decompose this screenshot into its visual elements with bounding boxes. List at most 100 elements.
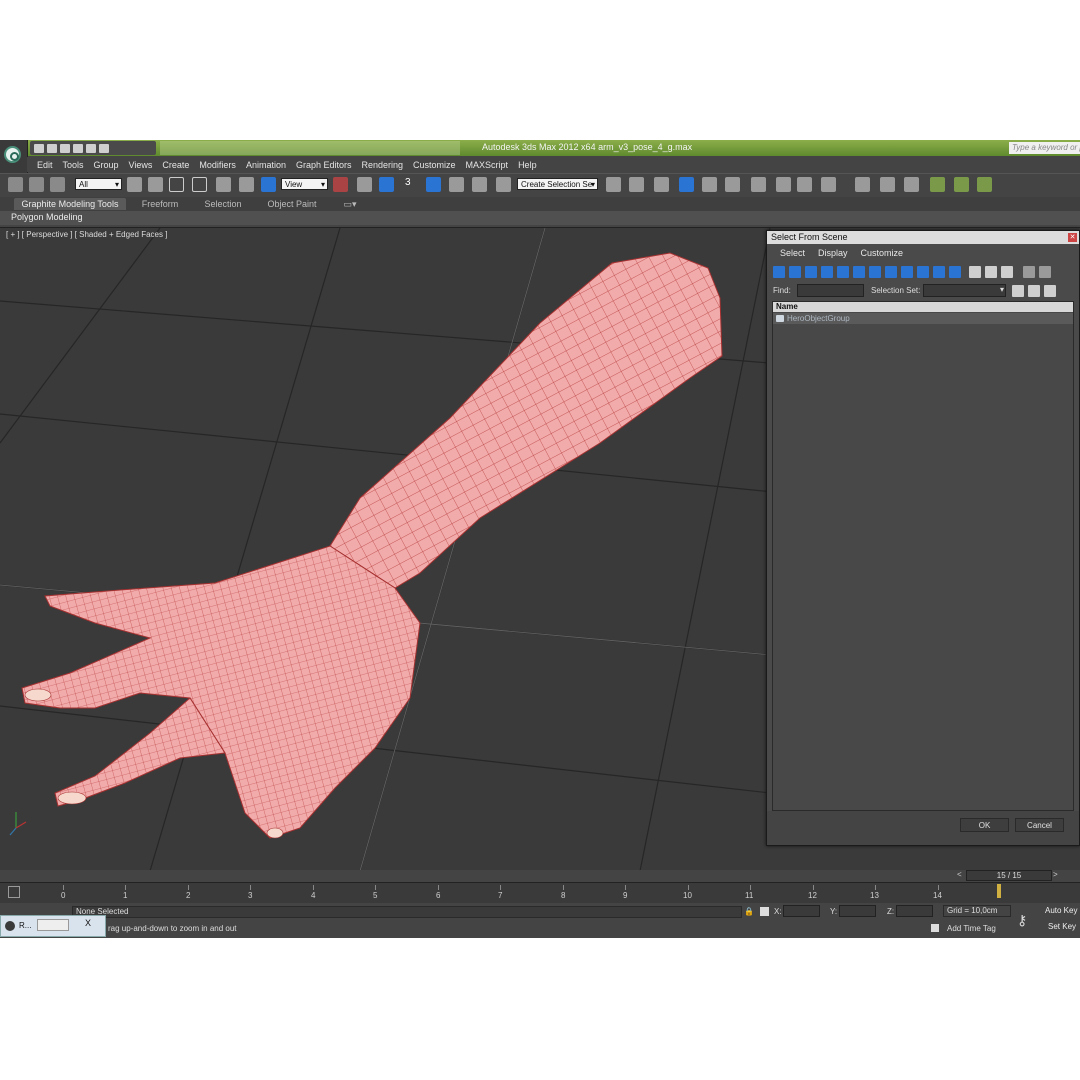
display-groups-icon[interactable] bbox=[869, 266, 881, 278]
select-children-icon[interactable] bbox=[1028, 285, 1040, 297]
y-coordinate-field[interactable] bbox=[839, 905, 876, 917]
render-setup-icon[interactable] bbox=[776, 177, 791, 192]
menu-animation[interactable]: Animation bbox=[246, 160, 286, 170]
next-frame-button[interactable]: > bbox=[1053, 870, 1058, 879]
menu-group[interactable]: Group bbox=[94, 160, 119, 170]
tab-selection[interactable]: Selection bbox=[197, 198, 249, 210]
display-lights-icon[interactable] bbox=[805, 266, 817, 278]
reference-coordinate-dropdown[interactable]: View bbox=[281, 178, 328, 190]
named-selection-dropdown[interactable]: Create Selection Se bbox=[517, 178, 598, 190]
close-icon[interactable]: ✕ bbox=[1068, 233, 1077, 242]
project-folder-icon[interactable] bbox=[99, 143, 109, 153]
schematic-view-icon[interactable] bbox=[725, 177, 740, 192]
selection-filter-dropdown[interactable]: All bbox=[75, 178, 122, 190]
menu-graph-editors[interactable]: Graph Editors bbox=[296, 160, 352, 170]
tab-graphite-modeling-tools[interactable]: Graphite Modeling Tools bbox=[14, 198, 126, 210]
display-none-icon[interactable] bbox=[985, 266, 997, 278]
mini-curve-editor-icon[interactable] bbox=[8, 886, 20, 898]
select-and-manipulate-icon[interactable] bbox=[357, 177, 372, 192]
display-all-icon[interactable] bbox=[969, 266, 981, 278]
snaps-toggle-icon[interactable]: 3 bbox=[405, 177, 420, 192]
select-dependents-icon[interactable] bbox=[1012, 285, 1024, 297]
display-containers-icon[interactable] bbox=[917, 266, 929, 278]
extra-tool-2-icon[interactable] bbox=[880, 177, 895, 192]
display-bones-icon[interactable] bbox=[901, 266, 913, 278]
find-input[interactable] bbox=[797, 284, 864, 297]
display-xrefs-icon[interactable] bbox=[885, 266, 897, 278]
extra-tool-1-icon[interactable] bbox=[855, 177, 870, 192]
render-production-icon[interactable] bbox=[821, 177, 836, 192]
link-icon[interactable] bbox=[8, 177, 23, 192]
keyboard-shortcut-override-icon[interactable] bbox=[379, 177, 394, 192]
select-object-icon[interactable] bbox=[127, 177, 142, 192]
display-hidden-icon[interactable] bbox=[949, 266, 961, 278]
frame-counter[interactable]: 15 / 15 bbox=[966, 870, 1052, 881]
menu-create[interactable]: Create bbox=[162, 160, 189, 170]
time-slider[interactable]: < 15 / 15 > bbox=[0, 870, 1080, 882]
rendered-frame-window-icon[interactable] bbox=[797, 177, 812, 192]
current-frame-marker[interactable] bbox=[997, 884, 1001, 898]
application-button[interactable] bbox=[0, 140, 28, 174]
tab-object-paint[interactable]: Object Paint bbox=[261, 198, 323, 210]
absolute-mode-icon[interactable] bbox=[760, 907, 769, 916]
menu-edit[interactable]: Edit bbox=[37, 160, 53, 170]
auto-key-button[interactable]: Auto Key bbox=[1045, 906, 1077, 915]
edit-named-selection-icon[interactable] bbox=[496, 177, 511, 192]
spinner-snap-icon[interactable] bbox=[472, 177, 487, 192]
new-file-icon[interactable] bbox=[34, 143, 44, 153]
percent-snap-icon[interactable] bbox=[449, 177, 464, 192]
dialog-menu-customize[interactable]: Customize bbox=[861, 246, 904, 261]
trackbar[interactable]: 0 1 2 3 4 5 6 7 8 9 10 11 12 13 14 bbox=[0, 882, 1080, 903]
select-and-move-icon[interactable] bbox=[216, 177, 231, 192]
filter-options-icon[interactable] bbox=[1039, 266, 1051, 278]
display-helpers-icon[interactable] bbox=[837, 266, 849, 278]
layer-manager-icon[interactable] bbox=[654, 177, 669, 192]
menu-tools[interactable]: Tools bbox=[63, 160, 84, 170]
menu-maxscript[interactable]: MAXScript bbox=[466, 160, 509, 170]
select-and-rotate-icon[interactable] bbox=[239, 177, 254, 192]
extra-tool-6-icon[interactable] bbox=[977, 177, 992, 192]
align-icon[interactable] bbox=[629, 177, 644, 192]
set-key-button[interactable]: Set Key bbox=[1048, 922, 1076, 931]
key-icon[interactable]: ⚷ bbox=[1017, 912, 1041, 928]
display-geometry-icon[interactable] bbox=[773, 266, 785, 278]
select-by-name-icon[interactable] bbox=[148, 177, 163, 192]
angle-snap-icon[interactable] bbox=[426, 177, 441, 192]
add-time-tag-button[interactable]: Add Time Tag bbox=[947, 924, 996, 933]
extra-tool-3-icon[interactable] bbox=[904, 177, 919, 192]
previous-frame-button[interactable]: < bbox=[957, 870, 962, 879]
select-and-scale-icon[interactable] bbox=[261, 177, 276, 192]
dialog-menu-display[interactable]: Display bbox=[818, 246, 848, 261]
mirror-icon[interactable] bbox=[606, 177, 621, 192]
taskbar-close-icon[interactable]: X bbox=[85, 918, 91, 928]
search-input[interactable]: Type a keyword or phrase bbox=[1009, 142, 1080, 154]
menu-rendering[interactable]: Rendering bbox=[362, 160, 404, 170]
graphite-modeling-toggle-icon[interactable] bbox=[679, 177, 694, 192]
menu-views[interactable]: Views bbox=[129, 160, 153, 170]
x-coordinate-field[interactable] bbox=[783, 905, 820, 917]
window-crossing-icon[interactable] bbox=[192, 177, 207, 192]
selection-set-dropdown[interactable] bbox=[923, 284, 1006, 297]
ok-button[interactable]: OK bbox=[960, 818, 1009, 832]
select-influences-icon[interactable] bbox=[1044, 285, 1056, 297]
name-column-header[interactable]: Name bbox=[773, 302, 1073, 312]
save-file-icon[interactable] bbox=[60, 143, 70, 153]
selection-lock-icon[interactable]: 🔒 bbox=[744, 907, 754, 916]
undo-icon[interactable] bbox=[73, 143, 83, 153]
material-editor-icon[interactable] bbox=[751, 177, 766, 192]
z-coordinate-field[interactable] bbox=[896, 905, 933, 917]
ribbon-options-icon[interactable]: ▭▾ bbox=[340, 198, 360, 210]
extra-tool-4-icon[interactable] bbox=[930, 177, 945, 192]
extra-tool-5-icon[interactable] bbox=[954, 177, 969, 192]
bind-space-warp-icon[interactable] bbox=[50, 177, 65, 192]
menu-modifiers[interactable]: Modifiers bbox=[199, 160, 236, 170]
display-spacewarps-icon[interactable] bbox=[853, 266, 865, 278]
open-file-icon[interactable] bbox=[47, 143, 57, 153]
menu-help[interactable]: Help bbox=[518, 160, 537, 170]
tab-freeform[interactable]: Freeform bbox=[134, 198, 186, 210]
display-cameras-icon[interactable] bbox=[821, 266, 833, 278]
arm-mesh[interactable] bbox=[21, 252, 723, 839]
dialog-menu-select[interactable]: Select bbox=[780, 246, 805, 261]
taskbar-window-item[interactable]: R... X bbox=[0, 915, 106, 937]
rectangular-selection-icon[interactable] bbox=[169, 177, 184, 192]
